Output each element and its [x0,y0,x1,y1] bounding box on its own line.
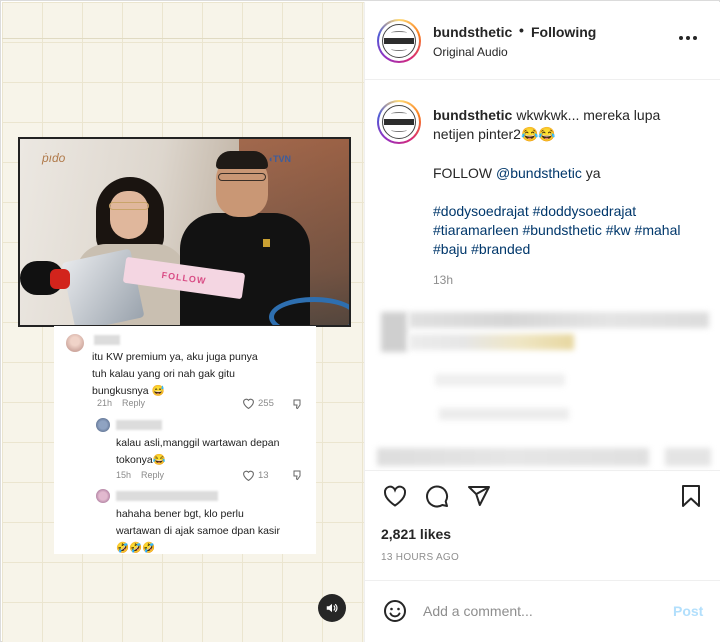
more-icon[interactable] [679,36,697,40]
caption: bundsthetic wkwkwk... mereka lupa netijen… [433,106,683,144]
comment-meta: 15h Reply [116,470,165,480]
comment-like: 255 [242,397,274,409]
actions-divider [365,470,720,471]
like-button[interactable] [381,482,409,510]
hashtags[interactable]: #dodysoedrajat #doddysoedrajat #tiaramar… [433,202,713,259]
comment-bar: Add a comment... Post [365,580,720,642]
emoji-button[interactable] [381,597,409,625]
comment-text: hahaha bener bgt, klo perlu wartawan di … [116,508,281,554]
blurred-meta [439,408,569,420]
comment-button[interactable] [423,482,451,510]
comment-icon [426,485,449,508]
save-button[interactable] [677,482,705,510]
brand-logo-icon [382,24,416,58]
comment-text: kalau asli,manggil wartawan depan tokony… [116,437,280,466]
share-icon [468,486,490,506]
store-logo: ṗıdo [42,151,66,165]
bookmark-icon [682,485,700,507]
heart-icon [383,485,407,507]
speaker-icon [326,603,338,613]
dislike-icon [293,470,301,481]
caption-username[interactable]: bundsthetic [433,107,512,123]
blurred-comment [409,312,709,328]
username-link[interactable]: bundsthetic [433,24,512,40]
avatar[interactable] [377,19,421,63]
blurred-avatar [381,312,407,352]
mute-toggle-button[interactable] [318,594,346,622]
dislike-icon [293,399,301,410]
post-header: bundsthetic • Following Original Audio [365,2,720,80]
post-modal: ṗıdo ◖TVN FOLLOW itu KW premium ya, aku … [0,0,720,642]
post-button[interactable]: Post [673,603,703,619]
avatar [96,489,110,503]
caption-time: 13h [433,273,454,287]
separator-dot: • [519,22,524,38]
blurred-comment [409,334,574,350]
post-details: bundsthetic • Following Original Audio b… [364,2,720,642]
heart-icon [243,470,254,481]
follow-line: FOLLOW @bundsthetic ya [433,165,601,181]
avatar [96,418,110,432]
blurred-meta [435,374,565,386]
audio-link[interactable]: Original Audio [433,45,508,59]
tiktok-comments: itu KW premium ya, aku juga punya tuh ka… [54,326,316,554]
following-button[interactable]: Following [531,24,596,40]
heart-icon [243,398,254,409]
video-frame: ṗıdo ◖TVN FOLLOW [18,137,351,327]
brand-logo-icon [382,105,416,139]
comment-like: 13 [242,469,269,481]
avatar [66,334,84,352]
avatar[interactable] [377,100,421,144]
posted-time: 13 HOURS AGO [381,552,460,563]
blurred-comment [377,448,649,466]
woman-figure [110,191,148,239]
emoji-icon [384,600,406,622]
blurred-comment [665,448,711,466]
comment-meta: 21h Reply [97,398,146,408]
tv-logo: ◖TVN [267,154,291,164]
reel-media[interactable]: ṗıdo ◖TVN FOLLOW itu KW premium ya, aku … [2,2,364,642]
comment-text: itu KW premium ya, aku juga punya tuh ka… [92,351,258,397]
media-divider [2,38,364,39]
comment-input[interactable]: Add a comment... [423,603,533,619]
share-button[interactable] [465,482,493,510]
mention-link[interactable]: @bundsthetic [496,165,582,181]
likes-count[interactable]: 2,821 likes [381,526,451,542]
